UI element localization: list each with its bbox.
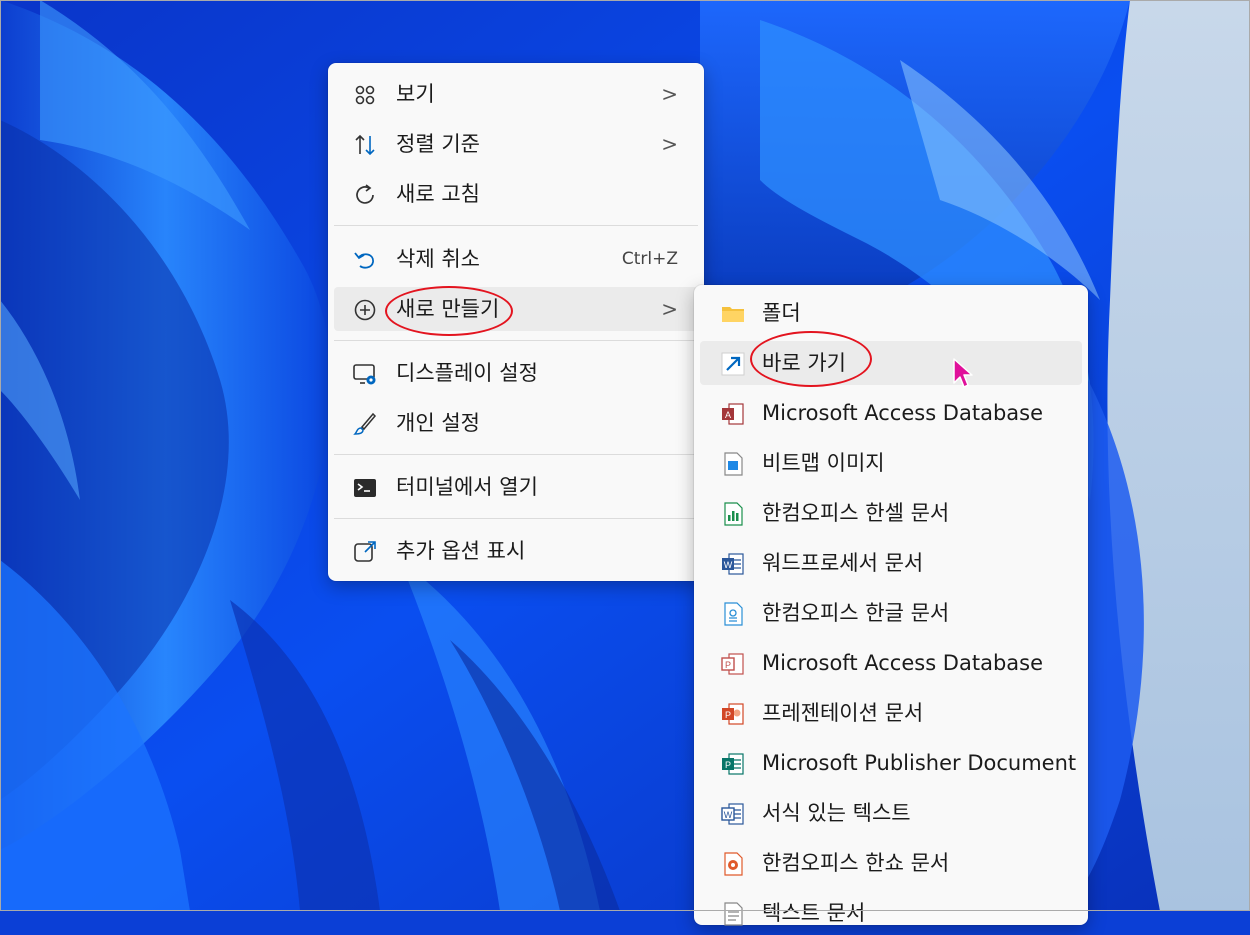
chevron-right-icon: > xyxy=(661,297,678,321)
new-submenu: 폴더 바로 가기 A Microsoft Access Database 비트맵… xyxy=(694,285,1088,926)
menu-separator xyxy=(334,518,698,519)
submenu-item-text-document[interactable]: 텍스트 문서 xyxy=(700,891,1082,935)
menu-item-display-settings[interactable]: 디스플레이 설정 xyxy=(334,351,698,395)
brush-icon xyxy=(353,412,377,435)
chevron-right-icon: > xyxy=(661,82,678,106)
bitmap-icon xyxy=(724,452,743,476)
svg-text:P: P xyxy=(725,710,731,720)
svg-text:A: A xyxy=(725,410,731,420)
menu-item-label: 서식 있는 텍스트 xyxy=(762,801,911,825)
mouse-cursor-icon xyxy=(953,358,973,388)
word-icon: W xyxy=(722,553,744,575)
menu-item-label: Microsoft Access Database xyxy=(762,651,1044,675)
menu-separator xyxy=(334,225,698,226)
menu-item-undo-delete[interactable]: 삭제 취소 Ctrl+Z xyxy=(334,237,698,281)
terminal-icon xyxy=(354,479,376,497)
submenu-item-word-document[interactable]: W 워드프로세서 문서 xyxy=(700,541,1082,585)
svg-text:P: P xyxy=(725,760,731,770)
submenu-item-access-database[interactable]: A Microsoft Access Database xyxy=(700,391,1082,435)
menu-item-label: 추가 옵션 표시 xyxy=(396,539,526,563)
menu-separator xyxy=(334,340,698,341)
menu-item-personalize[interactable]: 개인 설정 xyxy=(334,401,698,445)
menu-item-new[interactable]: 새로 만들기 > xyxy=(334,287,698,331)
access-icon-2: P xyxy=(721,653,744,675)
submenu-item-publisher-document[interactable]: P Microsoft Publisher Document xyxy=(700,741,1082,785)
access-icon: A xyxy=(722,403,744,425)
menu-item-label: 터미널에서 열기 xyxy=(396,475,538,499)
menu-item-view[interactable]: 보기 > xyxy=(334,72,698,116)
sort-icon xyxy=(355,134,375,156)
shortcut-text: Ctrl+Z xyxy=(621,249,678,269)
menu-item-label: Microsoft Publisher Document xyxy=(762,751,1077,775)
submenu-item-hancell-document[interactable]: 한컴오피스 한셀 문서 xyxy=(700,491,1082,535)
menu-item-label: 워드프로세서 문서 xyxy=(762,551,924,575)
menu-item-label: 한컴오피스 한쇼 문서 xyxy=(762,851,950,875)
powerpoint-icon: P xyxy=(722,703,744,725)
menu-item-label: 비트맵 이미지 xyxy=(762,451,885,475)
submenu-item-presentation[interactable]: P 프레젠테이션 문서 xyxy=(700,691,1082,735)
menu-separator xyxy=(334,454,698,455)
folder-icon xyxy=(722,307,744,322)
menu-item-label: 보기 xyxy=(396,82,435,106)
menu-item-label: 개인 설정 xyxy=(396,411,480,435)
hwp-icon xyxy=(724,602,743,626)
svg-text:P: P xyxy=(725,660,731,670)
menu-item-label: 정렬 기준 xyxy=(396,132,480,156)
menu-item-show-more-options[interactable]: 추가 옵션 표시 xyxy=(334,529,698,573)
plus-circle-icon xyxy=(354,299,376,321)
shortcut-arrow-icon xyxy=(721,352,745,376)
menu-item-label: 새로 만들기 xyxy=(396,297,500,321)
submenu-item-shortcut[interactable]: 바로 가기 xyxy=(700,341,1082,385)
menu-item-label: 한컴오피스 한글 문서 xyxy=(762,601,950,625)
rich-text-icon: W xyxy=(721,803,744,825)
menu-item-label: 폴더 xyxy=(762,301,801,325)
submenu-item-access-database-2[interactable]: P Microsoft Access Database xyxy=(700,641,1082,685)
menu-item-label: 디스플레이 설정 xyxy=(396,361,538,385)
menu-item-open-terminal[interactable]: 터미널에서 열기 xyxy=(334,465,698,509)
menu-item-label: Microsoft Access Database xyxy=(762,401,1044,425)
display-settings-icon xyxy=(353,364,376,385)
submenu-item-bitmap-image[interactable]: 비트맵 이미지 xyxy=(700,441,1082,485)
menu-item-sort-by[interactable]: 정렬 기준 > xyxy=(334,122,698,166)
menu-item-label: 한컴오피스 한셀 문서 xyxy=(762,501,950,525)
svg-text:W: W xyxy=(724,560,733,570)
menu-item-label: 새로 고침 xyxy=(396,182,480,206)
grid-icon xyxy=(355,85,375,105)
menu-item-label: 텍스트 문서 xyxy=(762,901,866,925)
hanshow-icon xyxy=(724,852,743,876)
svg-text:W: W xyxy=(724,810,733,820)
submenu-item-folder[interactable]: 폴더 xyxy=(700,291,1082,335)
menu-item-label: 바로 가기 xyxy=(762,351,846,375)
hancell-icon xyxy=(724,502,743,526)
menu-item-label: 프레젠테이션 문서 xyxy=(762,701,924,725)
text-document-icon xyxy=(724,902,743,926)
submenu-item-hanshow-document[interactable]: 한컴오피스 한쇼 문서 xyxy=(700,841,1082,885)
submenu-item-rich-text[interactable]: W 서식 있는 텍스트 xyxy=(700,791,1082,835)
menu-item-refresh[interactable]: 새로 고침 xyxy=(334,172,698,216)
open-external-icon xyxy=(354,541,376,562)
chevron-right-icon: > xyxy=(661,132,678,156)
menu-item-label: 삭제 취소 xyxy=(396,247,480,271)
undo-icon xyxy=(354,252,374,269)
publisher-icon: P xyxy=(722,753,744,775)
refresh-icon xyxy=(356,184,374,204)
desktop-context-menu: 보기 > 정렬 기준 > 새로 고침 삭제 취소 Ctrl+Z 새로 만들기 > xyxy=(328,63,704,581)
submenu-item-hwp-document[interactable]: 한컴오피스 한글 문서 xyxy=(700,591,1082,635)
